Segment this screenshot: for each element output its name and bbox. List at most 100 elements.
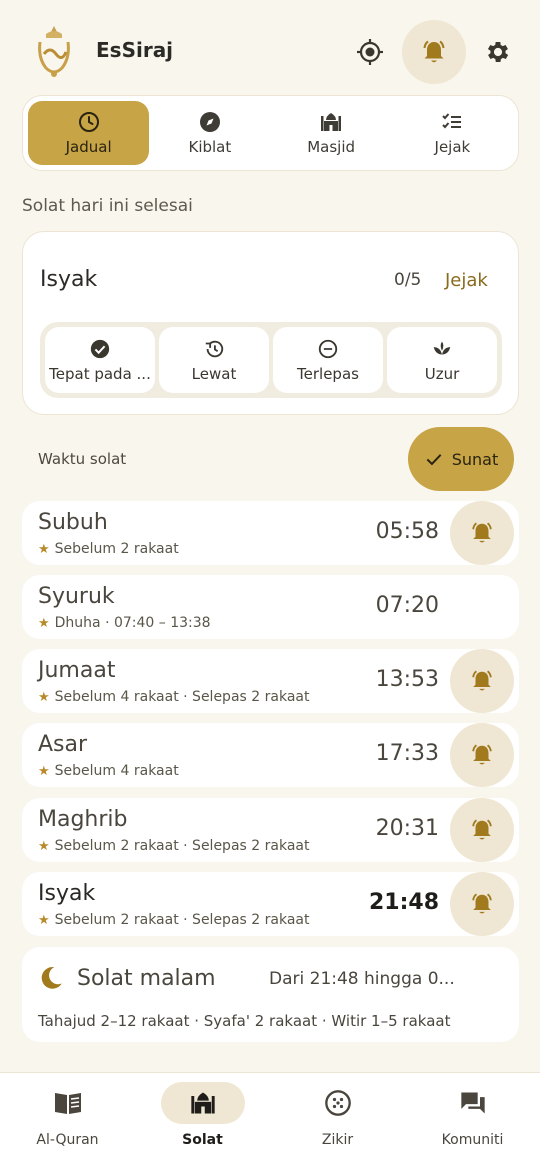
status-label: Terlepas: [297, 364, 359, 383]
bell-ringing-icon: [472, 522, 492, 543]
bell-ringing-icon: [472, 893, 492, 914]
status-missed-button[interactable]: Terlepas: [273, 327, 383, 393]
tab-kiblat[interactable]: Kiblat: [149, 101, 270, 165]
prayer-detail-text: Dhuha · 07:40 – 13:38: [54, 615, 211, 631]
tab-masjid[interactable]: Masjid: [271, 101, 392, 165]
prayer-name: Asar: [38, 732, 88, 757]
status-excused-button[interactable]: Uzur: [387, 327, 497, 393]
nav-al-quran[interactable]: Al-Quran: [0, 1073, 135, 1158]
prayer-time: 07:20: [375, 593, 439, 618]
night-prayer-range: Dari 21:48 hingga 0...: [269, 969, 455, 989]
prayer-row-syuruk[interactable]: Syuruk ★ Dhuha · 07:40 – 13:38 07:20: [22, 575, 519, 639]
prayer-name: Subuh: [38, 510, 108, 535]
prayer-row-maghrib[interactable]: Maghrib ★ Sebelum 2 rakaat · Selepas 2 ra…: [22, 798, 519, 862]
prayer-beads-icon: [324, 1090, 351, 1116]
tab-label: Jejak: [434, 138, 471, 156]
nav-label: Komuniti: [441, 1132, 504, 1148]
status-options: Tepat pada ... Lewat Terlepas Uzur: [40, 322, 502, 398]
tab-label: Kiblat: [188, 138, 232, 156]
status-late-button[interactable]: Lewat: [159, 327, 269, 393]
crescent-moon-icon: [41, 967, 62, 989]
prayer-detail: ★ Sebelum 4 rakaat: [38, 763, 179, 779]
chat-icon: [460, 1092, 485, 1114]
nav-komuniti[interactable]: Komuniti: [405, 1073, 540, 1158]
star-icon: ★: [38, 689, 50, 705]
prayer-alarm-button[interactable]: [450, 501, 514, 565]
tab-label: Jadual: [65, 138, 112, 156]
nav-label: Al-Quran: [36, 1132, 99, 1148]
prayer-count: 0/5: [394, 270, 422, 290]
app-title: EsSiraj: [96, 38, 174, 62]
minus-circle-icon: [318, 339, 338, 358]
status-label: Lewat: [191, 364, 237, 383]
prayer-time: 05:58: [375, 519, 439, 544]
sunat-label: Sunat: [451, 449, 499, 469]
mosque-icon: [190, 1092, 215, 1114]
prayer-times-label: Waktu solat: [38, 450, 127, 468]
prayer-time: 17:33: [375, 741, 439, 766]
clock-icon: [78, 112, 99, 132]
track-link[interactable]: Jejak: [445, 270, 488, 291]
bell-ringing-icon: [423, 40, 445, 63]
sunat-toggle-button[interactable]: Sunat: [408, 427, 514, 491]
lotus-icon: [433, 341, 451, 354]
prayer-name: Syuruk: [38, 584, 115, 609]
gear-icon: [487, 41, 509, 63]
location-target-icon: [357, 39, 383, 65]
location-button[interactable]: [348, 30, 392, 74]
bell-ringing-icon: [472, 744, 492, 765]
check-circle-icon: [90, 339, 110, 358]
star-icon: ★: [38, 615, 50, 631]
prayer-detail-text: Sebelum 4 rakaat: [54, 763, 179, 779]
prayer-time: 20:31: [375, 816, 439, 841]
star-icon: ★: [38, 838, 50, 854]
prayer-detail: ★ Sebelum 2 rakaat · Selepas 2 rakaat: [38, 838, 309, 854]
nav-solat[interactable]: Solat: [135, 1073, 270, 1158]
book-icon: [54, 1093, 81, 1114]
nav-label: Solat: [182, 1132, 223, 1148]
app-header: EsSiraj: [0, 0, 540, 95]
prayer-detail: ★ Dhuha · 07:40 – 13:38: [38, 615, 211, 631]
status-label: Tepat pada ...: [49, 364, 151, 383]
nav-icon-container: [296, 1082, 380, 1124]
prayer-detail-text: Sebelum 2 rakaat · Selepas 2 rakaat: [54, 912, 310, 928]
settings-button[interactable]: [476, 30, 520, 74]
nav-icon-container: [160, 1082, 245, 1124]
status-on-time-button[interactable]: Tepat pada ...: [45, 327, 155, 393]
check-icon: [426, 454, 442, 466]
prayer-detail: ★ Sebelum 4 rakaat · Selepas 2 rakaat: [38, 689, 309, 705]
notifications-button[interactable]: [402, 20, 466, 84]
compass-icon: [199, 112, 220, 132]
prayer-name: Isyak: [38, 881, 96, 906]
prayer-time: 21:48: [368, 890, 439, 915]
night-prayer-detail: Tahajud 2–12 rakaat · Syafa' 2 rakaat · …: [38, 1012, 451, 1030]
night-prayer-card[interactable]: Solat malam Dari 21:48 hingga 0... Tahaj…: [22, 947, 519, 1042]
prayer-row-asar[interactable]: Asar ★ Sebelum 4 rakaat 17:33: [22, 723, 519, 787]
section-label: Solat hari ini selesai: [22, 196, 193, 216]
app-logo: [32, 24, 76, 80]
prayer-alarm-button[interactable]: [450, 872, 514, 936]
tab-jejak[interactable]: Jejak: [392, 101, 513, 165]
prayer-alarm-button[interactable]: [450, 649, 514, 713]
prayer-row-jumaat[interactable]: Jumaat ★ Sebelum 4 rakaat · Selepas 2 rak…: [22, 649, 519, 713]
prayer-detail: ★ Sebelum 2 rakaat · Selepas 2 rakaat: [38, 912, 309, 928]
prayer-alarm-button[interactable]: [450, 723, 514, 787]
tab-jadual[interactable]: Jadual: [28, 101, 150, 165]
prayer-name: Maghrib: [38, 807, 128, 832]
prayer-alarm-button[interactable]: [450, 798, 514, 862]
bell-ringing-icon: [472, 670, 492, 691]
star-icon: ★: [38, 912, 50, 928]
nav-zikir[interactable]: Zikir: [270, 1073, 405, 1158]
current-prayer-name: Isyak: [40, 267, 98, 292]
night-prayer-title: Solat malam: [77, 966, 216, 991]
mosque-icon: [321, 113, 342, 131]
history-icon: [205, 340, 224, 357]
star-icon: ★: [38, 763, 50, 779]
prayer-detail-text: Sebelum 2 rakaat: [54, 541, 179, 557]
prayer-detail-text: Sebelum 4 rakaat · Selepas 2 rakaat: [54, 689, 310, 705]
nav-label: Zikir: [321, 1132, 354, 1148]
bell-ringing-icon: [472, 819, 492, 840]
tab-label: Masjid: [307, 138, 356, 156]
prayer-row-subuh[interactable]: Subuh ★ Sebelum 2 rakaat 05:58: [22, 501, 519, 565]
prayer-row-isyak[interactable]: Isyak ★ Sebelum 2 rakaat · Selepas 2 raka…: [22, 872, 519, 936]
